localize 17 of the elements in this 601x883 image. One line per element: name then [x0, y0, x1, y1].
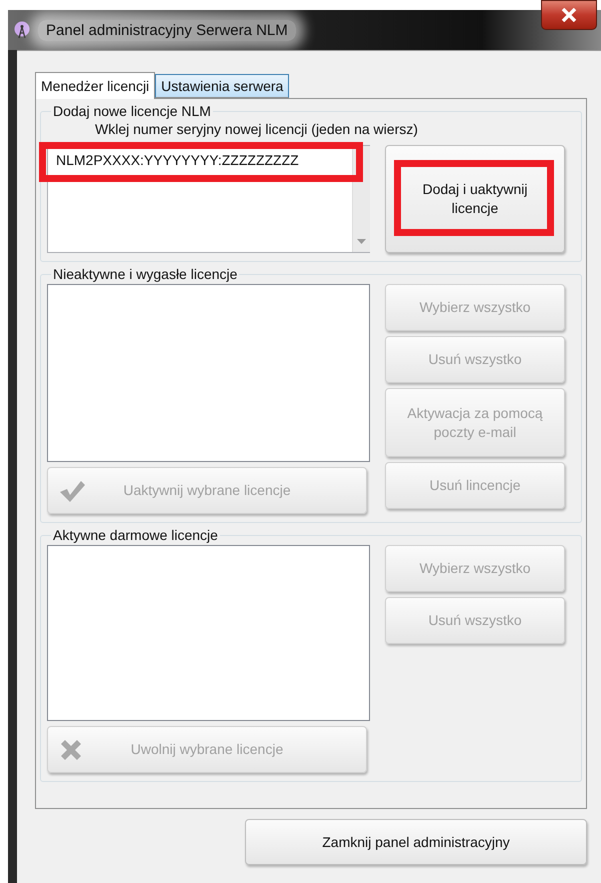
close-button[interactable] [541, 0, 597, 30]
add-activate-button[interactable]: Dodaj i uaktywnij licencje [385, 145, 565, 253]
license-list[interactable] [47, 284, 370, 462]
close-panel-button[interactable]: Zamknij panel administracyjny [245, 819, 587, 865]
tab[interactable]: Menedżer licencji [35, 72, 156, 99]
field-hint: Wklej numer seryjny nowej licencji (jeden na wiersz) [95, 121, 419, 137]
window-title: Panel administracyjny Serwera NLM [38, 20, 296, 40]
scroll-down-icon [357, 239, 366, 244]
close-icon [561, 8, 577, 22]
check-icon [58, 478, 86, 502]
group-title: Dodaj nowe licencje NLM [52, 103, 212, 119]
group-title: Aktywne darmowe licencje [52, 527, 219, 543]
serial-number-field[interactable]: NLM2PXXXX:YYYYYYYY:ZZZZZZZZZ [47, 145, 370, 253]
tab[interactable]: Ustawienia serwera [155, 74, 290, 98]
group-title: Nieaktywne i wygasłe licencje [52, 266, 238, 282]
antenna-icon [14, 21, 30, 39]
license-list[interactable] [47, 545, 370, 721]
